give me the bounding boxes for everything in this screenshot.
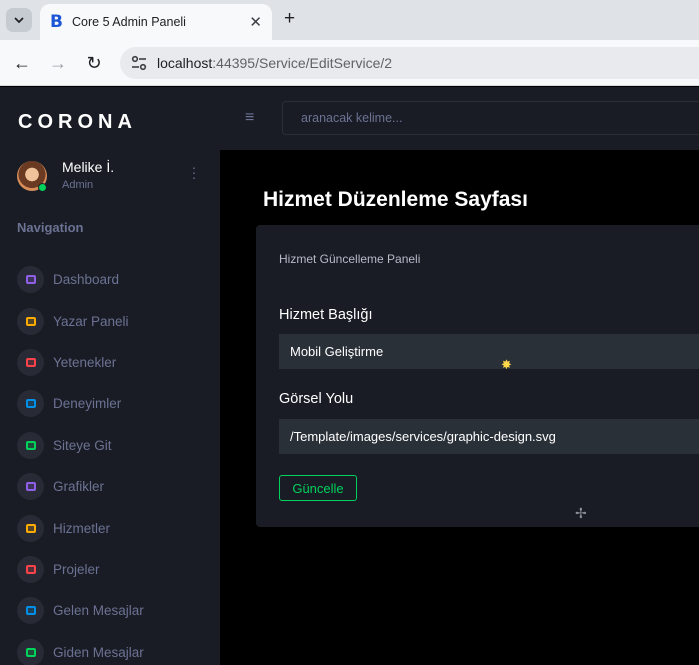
browser-tabstrip: B Core 5 Admin Paneli ✕ + <box>0 0 699 40</box>
brand-logo[interactable]: CORONA <box>18 111 137 134</box>
sidebar-item-gelen-mesajlar[interactable]: Gelen Mesajlar <box>17 590 217 631</box>
topbar: ≡ <box>220 87 699 150</box>
sidebar-item-grafikler[interactable]: Grafikler <box>17 466 217 507</box>
forward-arrow-icon[interactable]: → <box>46 51 70 75</box>
address-bar[interactable]: localhost:44395/Service/EditService/2 <box>120 47 699 79</box>
sidebar-item-giden-mesajlar[interactable]: Giden Mesajlar <box>17 632 217 665</box>
chart-icon <box>17 473 44 501</box>
edit-service-card: Hizmet Güncelleme Paneli Hizmet Başlığı … <box>256 225 699 527</box>
laptop-icon <box>17 348 44 376</box>
sidebar-item-label: Deneyimler <box>53 396 122 412</box>
sidebar-item-dashboard[interactable]: Dashboard <box>17 259 217 300</box>
sparkle-icon: ✢ <box>575 505 587 521</box>
sidebar-item-label: Dashboard <box>53 272 120 288</box>
update-button[interactable]: Güncelle <box>279 475 357 501</box>
reload-icon[interactable]: ↻ <box>82 51 106 75</box>
image-path-input[interactable] <box>279 419 699 454</box>
sidebar: CORONA Melike İ. Admin · · · Navigation Da… <box>0 87 220 665</box>
sidebar-item-label: Grafikler <box>53 479 105 495</box>
table-icon <box>17 431 44 459</box>
service-title-label: Hizmet Başlığı <box>279 307 373 323</box>
chevron-down-icon <box>14 16 24 23</box>
menu-toggle-icon[interactable]: ≡ <box>245 109 254 127</box>
profile-role: Admin <box>62 179 94 191</box>
sidebar-item-deneyimler[interactable]: Deneyimler <box>17 383 217 424</box>
sidebar-item-yetenekler[interactable]: Yetenekler <box>17 342 217 383</box>
playlist-icon <box>17 307 44 335</box>
sidebar-item-label: Gelen Mesajlar <box>53 603 144 619</box>
message-outgoing-icon <box>17 638 44 665</box>
sidebar-item-siteye-git[interactable]: Siteye Git <box>17 425 217 466</box>
url-path: :44395/Service/EditService/2 <box>212 55 393 71</box>
search-input[interactable] <box>282 101 699 135</box>
browser-tab[interactable]: B Core 5 Admin Paneli ✕ <box>40 4 272 40</box>
image-path-label: Görsel Yolu <box>279 391 354 407</box>
tab-search-button[interactable] <box>6 8 32 32</box>
contacts-icon <box>17 514 44 542</box>
bootstrap-favicon-icon: B <box>50 12 63 32</box>
url-host: localhost <box>157 55 213 71</box>
site-settings-icon[interactable] <box>130 55 148 71</box>
sidebar-item-label: Projeler <box>53 561 100 577</box>
main-content: Hizmet Düzenleme Sayfası Hizmet Güncelle… <box>220 150 699 665</box>
sidebar-item-hizmetler[interactable]: Hizmetler <box>17 507 217 548</box>
message-icon <box>17 597 44 625</box>
tab-title: Core 5 Admin Paneli <box>72 15 186 29</box>
nav-section-title: Navigation <box>17 220 84 235</box>
laptop-glyph <box>25 357 36 367</box>
message-glyph <box>25 606 36 616</box>
browser-toolbar: ← → ↻ localhost:44395/Service/EditServic… <box>0 40 699 86</box>
sidebar-item-yazar-paneli[interactable]: Yazar Paneli <box>17 300 217 341</box>
back-arrow-icon[interactable]: ← <box>10 51 34 75</box>
message-outgoing-glyph <box>25 647 36 657</box>
page-title: Hizmet Düzenleme Sayfası <box>263 188 528 211</box>
profile-block: Melike İ. Admin · · · <box>17 159 207 199</box>
profile-name: Melike İ. <box>62 159 115 175</box>
sidebar-menu: Dashboard Yazar Paneli Yetenekler Deneyimle… <box>17 259 217 665</box>
url-text: localhost:44395/Service/EditService/2 <box>157 55 392 71</box>
list-glyph <box>25 399 36 409</box>
sparkle-icon: ✸ <box>501 357 512 372</box>
speedometer-icon <box>17 266 44 294</box>
table-glyph <box>25 440 36 450</box>
sidebar-item-projeler[interactable]: Projeler <box>17 549 217 590</box>
sidebar-item-label: Yetenekler <box>53 354 117 370</box>
close-icon[interactable]: ✕ <box>249 13 262 31</box>
github-glyph <box>25 564 36 574</box>
github-icon <box>17 555 44 583</box>
more-vertical-icon[interactable]: · · · <box>189 160 199 184</box>
speedometer-glyph <box>25 275 36 285</box>
sidebar-item-label: Yazar Paneli <box>53 313 129 329</box>
online-status-icon <box>38 183 47 192</box>
contacts-glyph <box>25 523 36 533</box>
service-title-input[interactable] <box>279 334 699 369</box>
new-tab-button[interactable]: + <box>284 9 295 29</box>
chart-glyph <box>25 482 36 492</box>
sidebar-item-label: Giden Mesajlar <box>53 644 144 660</box>
sidebar-item-label: Hizmetler <box>53 520 111 536</box>
list-icon <box>17 390 44 418</box>
playlist-glyph <box>25 316 36 326</box>
sidebar-item-label: Siteye Git <box>53 437 112 453</box>
card-description: Hizmet Güncelleme Paneli <box>279 252 421 266</box>
